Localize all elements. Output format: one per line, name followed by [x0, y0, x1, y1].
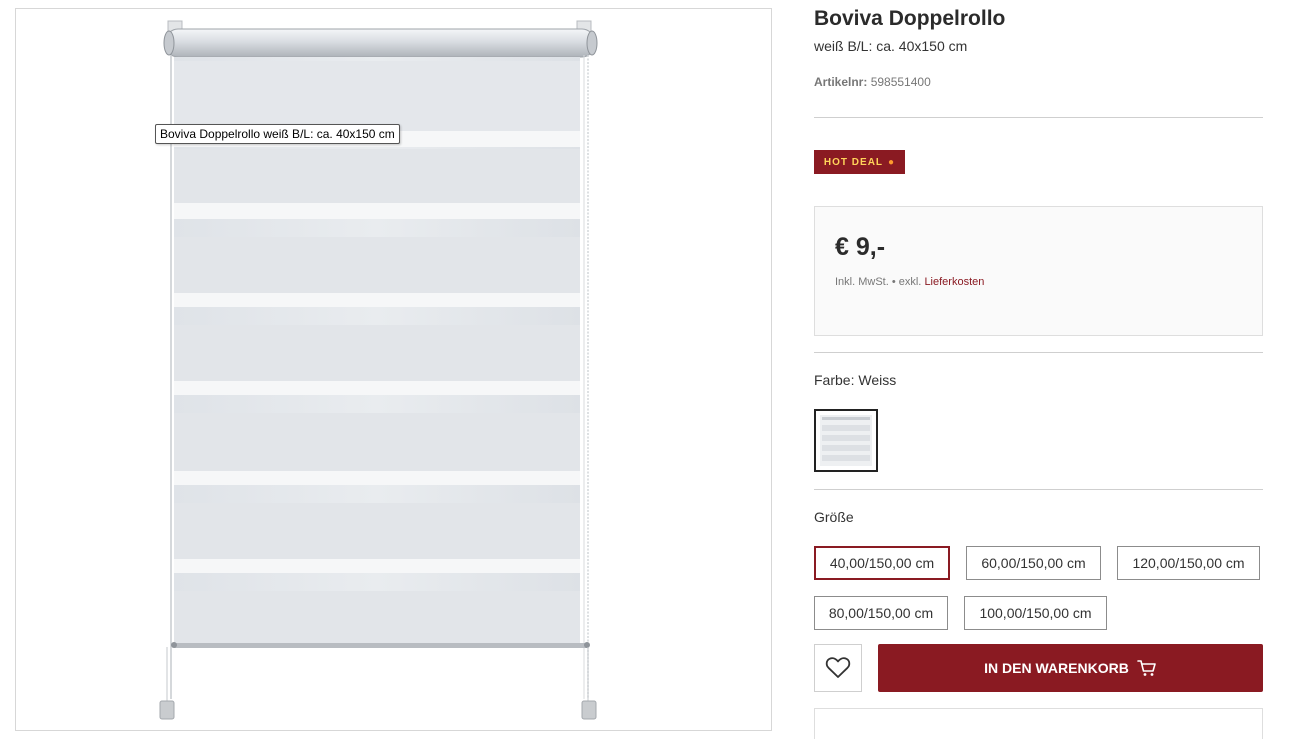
size-option-100x150[interactable]: 100,00/150,00 cm [964, 596, 1107, 630]
size-label: Größe [814, 509, 854, 525]
article-number-value: 598551400 [870, 75, 931, 89]
shipping-cost-link[interactable]: Lieferkosten [924, 276, 984, 288]
image-tooltip: Boviva Doppelrollo weiß B/L: ca. 40x150 … [155, 124, 400, 144]
info-box [814, 708, 1263, 739]
add-to-cart-button[interactable]: IN DEN WARENKORB [878, 644, 1263, 692]
product-subtitle: weiß B/L: ca. 40x150 cm [814, 38, 968, 54]
vat-text: Inkl. MwSt. • exkl. [835, 276, 922, 288]
divider [814, 489, 1263, 490]
wishlist-button[interactable] [814, 644, 862, 692]
size-option-80x150[interactable]: 80,00/150,00 cm [814, 596, 948, 630]
product-image [159, 20, 598, 720]
hot-deal-badge-label: HOT DEAL [823, 156, 884, 168]
price: € 9,- [835, 233, 886, 261]
cart-icon [1137, 660, 1156, 676]
heart-icon [825, 657, 851, 678]
product-title: Boviva Doppelrollo [814, 7, 1006, 30]
size-option-120x150[interactable]: 120,00/150,00 cm [1117, 546, 1260, 580]
color-swatch-weiss[interactable] [814, 409, 878, 472]
size-option-60x150[interactable]: 60,00/150,00 cm [966, 546, 1101, 580]
product-image-frame[interactable]: Boviva Doppelrollo weiß B/L: ca. 40x150 … [15, 8, 772, 731]
article-number-row: Artikelnr: 598551400 [814, 75, 931, 89]
article-number-label: Artikelnr: [814, 75, 868, 89]
color-label: Farbe: Weiss [814, 372, 897, 388]
swatch-thumbnail [820, 415, 872, 466]
add-to-cart-label: IN DEN WARENKORB [984, 660, 1129, 676]
divider [814, 117, 1263, 118]
price-box: € 9,- Inkl. MwSt. • exkl. Lieferkosten [814, 206, 1263, 336]
flame-icon: ● [888, 156, 896, 168]
product-page: Boviva Doppelrollo weiß B/L: ca. 40x150 … [0, 0, 1297, 739]
divider [814, 352, 1263, 353]
vat-note: Inkl. MwSt. • exkl. Lieferkosten [835, 276, 984, 288]
hot-deal-badge: HOT DEAL ● [814, 150, 905, 174]
size-option-40x150[interactable]: 40,00/150,00 cm [814, 546, 950, 580]
